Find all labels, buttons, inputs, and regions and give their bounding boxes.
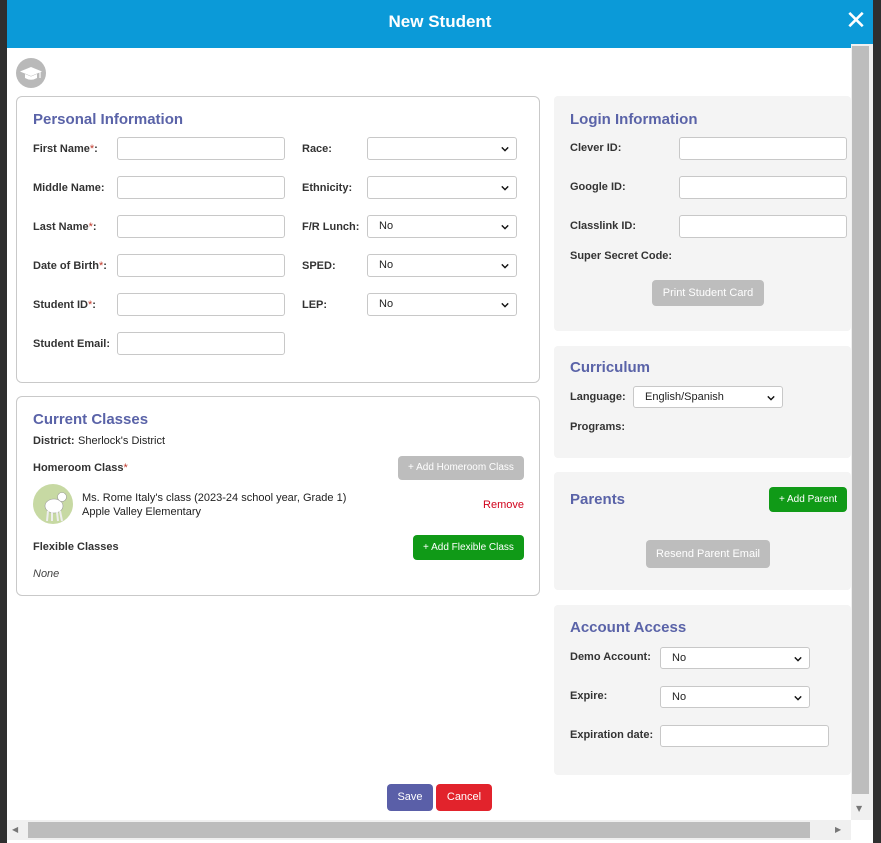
- chevron-down-icon: [501, 185, 509, 191]
- account-access-title: Account Access: [570, 619, 687, 636]
- google-id-field[interactable]: [679, 176, 847, 199]
- clever-id-label: Clever ID:: [570, 142, 622, 154]
- current-classes-panel: Current Classes District: Sherlock's Dis…: [16, 396, 540, 596]
- student-email-field[interactable]: [117, 332, 285, 355]
- chevron-down-icon: [501, 302, 509, 308]
- personal-info-panel: Personal Information First Name*: Middle…: [16, 96, 540, 383]
- sped-select[interactable]: No: [367, 254, 517, 277]
- middle-name-field[interactable]: [117, 176, 285, 199]
- login-info-title: Login Information: [570, 111, 698, 128]
- chevron-down-icon: [501, 146, 509, 152]
- vertical-scrollbar-thumb[interactable]: [852, 46, 869, 794]
- demo-account-select[interactable]: No: [660, 647, 810, 669]
- homeroom-class-name: Ms. Rome Italy's class (2023-24 school y…: [82, 492, 347, 504]
- expiration-date-label: Expiration date:: [570, 729, 654, 741]
- parents-title: Parents: [570, 491, 626, 508]
- language-select[interactable]: English/Spanish: [633, 386, 783, 408]
- first-name-field[interactable]: [117, 137, 285, 160]
- dob-field[interactable]: [117, 254, 285, 277]
- fr-lunch-select[interactable]: No: [367, 215, 517, 238]
- lep-select[interactable]: No: [367, 293, 517, 316]
- account-access-panel: Account Access Demo Account: No Expire: …: [554, 605, 851, 775]
- close-icon[interactable]: ✕: [845, 8, 867, 34]
- add-homeroom-button[interactable]: + Add Homeroom Class: [398, 456, 524, 480]
- expiration-date-field[interactable]: [660, 725, 829, 747]
- fr-lunch-value: No: [379, 220, 394, 232]
- dob-label: Date of Birth*:: [33, 260, 107, 272]
- cancel-button[interactable]: Cancel: [436, 784, 492, 811]
- chevron-down-icon: [501, 224, 509, 230]
- save-button[interactable]: Save: [387, 784, 433, 811]
- expire-select[interactable]: No: [660, 686, 810, 708]
- middle-name-label: Middle Name:: [33, 182, 105, 194]
- scroll-down-arrow-icon[interactable]: ▼: [856, 804, 862, 813]
- clever-id-field[interactable]: [679, 137, 847, 160]
- chevron-down-icon: [794, 695, 802, 701]
- student-id-label: Student ID*:: [33, 299, 96, 311]
- curriculum-title: Curriculum: [570, 359, 651, 376]
- student-email-label: Student Email:: [33, 338, 111, 350]
- language-value: English/Spanish: [645, 391, 724, 403]
- district-label: District:: [33, 435, 75, 447]
- classlink-id-field[interactable]: [679, 215, 847, 238]
- lep-value: No: [379, 298, 394, 310]
- chevron-down-icon: [501, 263, 509, 269]
- flexible-classes-label: Flexible Classes: [33, 541, 119, 553]
- curriculum-panel: Curriculum Language: English/Spanish Pro…: [554, 346, 851, 458]
- scroll-right-arrow-icon[interactable]: ▶: [835, 825, 841, 834]
- sped-label: SPED:: [302, 260, 336, 272]
- modal-title: New Student: [388, 12, 492, 31]
- horizontal-scrollbar[interactable]: ◀ ▶: [7, 820, 851, 840]
- chevron-down-icon: [794, 656, 802, 662]
- first-name-label: First Name*:: [33, 143, 98, 155]
- sped-value: No: [379, 259, 394, 271]
- chevron-down-icon: [767, 395, 775, 401]
- expire-value: No: [672, 691, 687, 703]
- remove-class-link[interactable]: Remove: [483, 499, 524, 511]
- programs-label: Programs:: [570, 421, 626, 433]
- google-id-label: Google ID:: [570, 181, 626, 193]
- scroll-left-arrow-icon[interactable]: ◀: [12, 825, 18, 834]
- current-classes-title: Current Classes: [33, 411, 149, 428]
- lep-label: LEP:: [302, 299, 328, 311]
- new-student-modal: New Student ✕ Personal Information First…: [7, 0, 873, 843]
- classlink-id-label: Classlink ID:: [570, 220, 637, 232]
- vertical-scrollbar[interactable]: ▼: [851, 44, 873, 820]
- race-select[interactable]: [367, 137, 517, 160]
- add-flexible-class-button[interactable]: + Add Flexible Class: [413, 535, 524, 560]
- print-student-card-button[interactable]: Print Student Card: [652, 280, 764, 306]
- graduation-cap-icon: [16, 58, 46, 88]
- login-info-panel: Login Information Clever ID: Google ID: …: [554, 96, 851, 331]
- ethnicity-label: Ethnicity:: [302, 182, 353, 194]
- demo-account-label: Demo Account:: [570, 651, 651, 663]
- secret-code-label: Super Secret Code:: [570, 250, 673, 262]
- ethnicity-select[interactable]: [367, 176, 517, 199]
- add-parent-button[interactable]: + Add Parent: [769, 487, 847, 512]
- district-value: Sherlock's District: [78, 435, 166, 447]
- homeroom-label: Homeroom Class*: [33, 462, 128, 474]
- parents-panel: Parents + Add Parent Resend Parent Email: [554, 472, 851, 590]
- modal-header: New Student ✕: [7, 0, 873, 48]
- race-label: Race:: [302, 143, 332, 155]
- homeroom-school-name: Apple Valley Elementary: [82, 506, 202, 518]
- resend-parent-email-button[interactable]: Resend Parent Email: [646, 540, 770, 568]
- language-label: Language:: [570, 391, 626, 403]
- lamb-avatar-icon: [33, 484, 73, 524]
- flexible-classes-none: None: [33, 568, 60, 580]
- last-name-label: Last Name*:: [33, 221, 97, 233]
- horizontal-scrollbar-thumb[interactable]: [28, 822, 810, 838]
- last-name-field[interactable]: [117, 215, 285, 238]
- demo-account-value: No: [672, 652, 687, 664]
- student-id-field[interactable]: [117, 293, 285, 316]
- fr-lunch-label: F/R Lunch:: [302, 221, 360, 233]
- personal-info-title: Personal Information: [33, 111, 184, 128]
- expire-label: Expire:: [570, 690, 608, 702]
